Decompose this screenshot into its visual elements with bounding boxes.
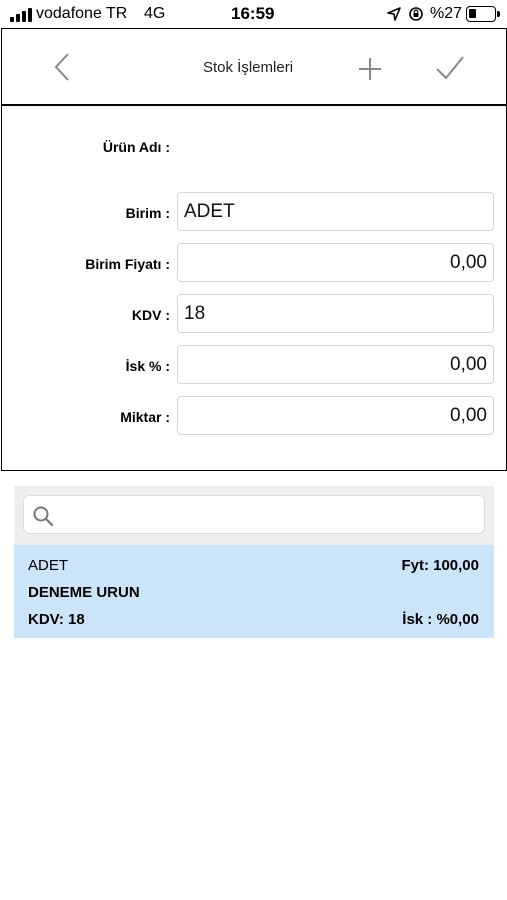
status-time: 16:59 bbox=[231, 4, 275, 23]
unit-label: Birim : bbox=[125, 205, 170, 221]
vat-field-value: 18 bbox=[184, 302, 206, 324]
battery-icon bbox=[466, 6, 500, 22]
carrier-name: vodafone TR bbox=[36, 5, 128, 22]
orientation-lock-icon bbox=[409, 7, 423, 21]
page-title: Stok İşlemleri bbox=[203, 59, 294, 76]
item-unit: ADET bbox=[28, 557, 69, 574]
vat-field[interactable]: 18 bbox=[177, 294, 494, 333]
battery-percent: %27 bbox=[430, 5, 463, 22]
search-icon bbox=[33, 506, 54, 527]
product-name-value bbox=[177, 133, 494, 163]
unit-price-label: Birim Fiyatı : bbox=[85, 256, 170, 272]
search-panel bbox=[14, 486, 494, 545]
quantity-field-value: 0,00 bbox=[450, 404, 487, 426]
item-vat: KDV: 18 bbox=[28, 611, 85, 628]
quantity-label: Miktar : bbox=[120, 409, 170, 425]
signal-strength-icon bbox=[10, 8, 32, 22]
plus-icon[interactable] bbox=[358, 57, 382, 81]
unit-price-field-value: 0,00 bbox=[450, 251, 487, 273]
list-item[interactable]: ADET Fyt: 100,00 DENEME URUN KDV: 18 İsk… bbox=[14, 545, 494, 638]
network-type: 4G bbox=[144, 5, 166, 22]
item-discount: İsk : %0,00 bbox=[402, 611, 479, 628]
unit-price-field[interactable]: 0,00 bbox=[177, 243, 494, 282]
discount-label: İsk % : bbox=[125, 358, 170, 374]
item-name: DENEME URUN bbox=[28, 584, 140, 601]
vat-label: KDV : bbox=[131, 307, 170, 323]
quantity-field[interactable]: 0,00 bbox=[177, 396, 494, 435]
status-bar: vodafone TR 4G 16:59 %27 bbox=[0, 0, 507, 28]
navigation-bar: Stok İşlemleri bbox=[2, 29, 506, 106]
item-price: Fyt: 100,00 bbox=[401, 557, 479, 574]
unit-field-value: ADET bbox=[184, 200, 235, 222]
chevron-left-icon[interactable] bbox=[50, 51, 74, 83]
discount-field[interactable]: 0,00 bbox=[177, 345, 494, 384]
product-name-label: Ürün Adı : bbox=[102, 139, 170, 155]
stock-form: Stok İşlemleri Ürün Adı : Birim : ADET B… bbox=[1, 28, 507, 471]
checkmark-icon[interactable] bbox=[435, 55, 465, 81]
discount-field-value: 0,00 bbox=[450, 353, 487, 375]
search-input[interactable] bbox=[23, 495, 485, 534]
location-arrow-icon bbox=[387, 7, 401, 21]
unit-field[interactable]: ADET bbox=[177, 192, 494, 231]
